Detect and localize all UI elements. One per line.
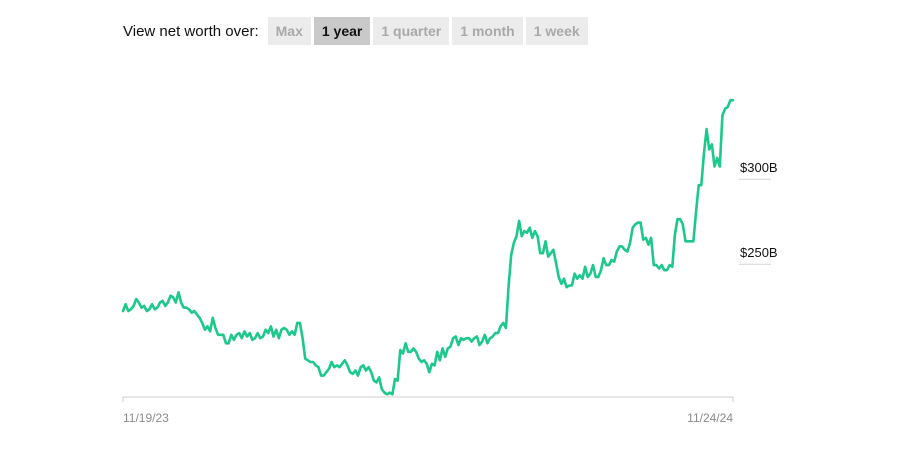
x-tick-label-start: 11/19/23 (123, 411, 169, 425)
x-tick-label-end: 11/24/24 (687, 411, 733, 425)
net-worth-line (121, 98, 735, 396)
y-tick-label-1: $250B (740, 245, 778, 260)
y-tick-label-0: $300B (740, 160, 778, 175)
net-worth-chart: $300B $250B 11/19/23 11/24/24 (121, 98, 778, 425)
